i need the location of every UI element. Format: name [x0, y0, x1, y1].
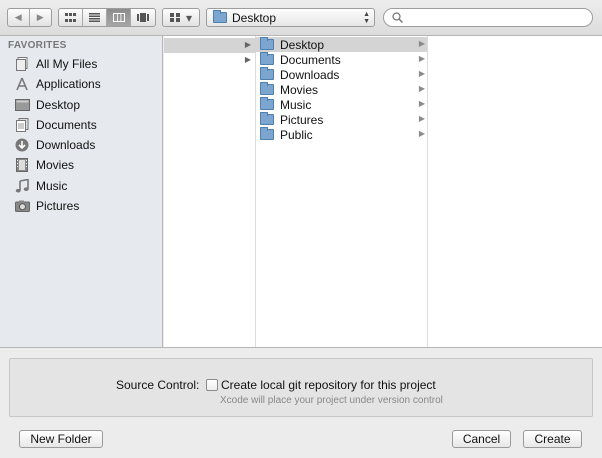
- options-panel: Source Control: Create local git reposit…: [0, 347, 602, 458]
- folder-row-movies[interactable]: Movies ▶: [256, 82, 427, 97]
- folder-name: Music: [280, 97, 312, 112]
- sidebar-item-label: Music: [36, 179, 68, 193]
- cancel-button[interactable]: Cancel: [452, 430, 511, 448]
- location-popup[interactable]: Desktop ▲ ▼: [206, 8, 375, 27]
- disclosure-arrow-icon: ▶: [418, 69, 425, 78]
- folder-name: Public: [280, 127, 313, 142]
- source-control-label: Source Control:: [116, 378, 200, 392]
- desktop-icon: [14, 97, 30, 113]
- folder-row-music[interactable]: Music ▶: [256, 97, 427, 112]
- sidebar-item-documents[interactable]: Documents: [14, 115, 159, 135]
- sidebar-item-all-my-files[interactable]: All My Files: [14, 54, 159, 74]
- sidebar: FAVORITES All My Files Applications Desk…: [0, 36, 163, 347]
- search-input[interactable]: [407, 11, 587, 24]
- folder-name: Documents: [280, 52, 341, 67]
- disclosure-triangle-icon[interactable]: ▶: [245, 40, 251, 49]
- disclosure-arrow-icon: ▶: [418, 114, 425, 123]
- create-button[interactable]: Create: [523, 430, 582, 448]
- sidebar-item-label: Movies: [36, 158, 75, 172]
- sidebar-item-desktop[interactable]: Desktop: [14, 95, 159, 115]
- folder-icon: [260, 67, 274, 80]
- music-icon: [14, 178, 30, 194]
- list-view-button[interactable]: [83, 9, 107, 26]
- folder-icon: [260, 82, 274, 95]
- list-view-icon: [89, 13, 100, 22]
- movies-icon: [14, 157, 30, 173]
- folder-row-pictures[interactable]: Pictures ▶: [256, 112, 427, 127]
- sidebar-item-music[interactable]: Music: [14, 176, 159, 196]
- disclosure-arrow-icon: ▶: [418, 99, 425, 108]
- column-view-button[interactable]: [107, 9, 131, 26]
- icon-view-icon: [65, 13, 76, 22]
- folder-icon: [260, 97, 274, 110]
- browser-column-3: [428, 36, 602, 347]
- folder-row-public[interactable]: Public ▶: [256, 127, 427, 142]
- disclosure-triangle-icon[interactable]: ▶: [245, 55, 251, 64]
- folder-name: Downloads: [280, 67, 340, 82]
- folder-icon: [260, 127, 274, 140]
- folder-icon: [260, 37, 274, 50]
- column-browser: ▶ ▶ Desktop ▶ Documents ▶ Downloads ▶ Mo…: [164, 36, 602, 347]
- sidebar-item-downloads[interactable]: Downloads: [14, 135, 159, 155]
- arrange-grid-icon: [169, 13, 180, 22]
- folder-row-downloads[interactable]: Downloads ▶: [256, 67, 427, 82]
- folder-name: Movies: [280, 82, 319, 97]
- sidebar-item-applications[interactable]: Applications: [14, 74, 159, 94]
- back-forward-control: ◀ ▶: [7, 8, 52, 27]
- source-control-box: Source Control: Create local git reposit…: [9, 358, 593, 417]
- chevron-down-icon: ▾: [185, 10, 192, 25]
- downloads-icon: [14, 137, 30, 153]
- applications-icon: [14, 76, 30, 92]
- forward-button[interactable]: ▶: [30, 9, 51, 26]
- sidebar-item-label: Applications: [36, 77, 101, 91]
- browser-column-2: Desktop ▶ Documents ▶ Downloads ▶ Movies…: [256, 36, 428, 347]
- column-view-icon: [112, 13, 125, 22]
- view-mode-control: [58, 8, 156, 27]
- sidebar-item-pictures[interactable]: Pictures: [14, 196, 159, 216]
- git-repository-checkbox-label[interactable]: Create local git repository for this pro…: [221, 378, 436, 392]
- folder-row-desktop[interactable]: Desktop ▶: [256, 37, 427, 52]
- coverflow-view-icon: [136, 13, 149, 22]
- forward-arrow-icon: ▶: [36, 12, 44, 22]
- arrange-menu-button[interactable]: ▾: [162, 8, 200, 27]
- folder-icon: [260, 112, 274, 125]
- coverflow-view-button[interactable]: [131, 9, 155, 26]
- folder-row-documents[interactable]: Documents ▶: [256, 52, 427, 67]
- sidebar-item-label: Desktop: [36, 98, 81, 112]
- source-control-hint: Xcode will place your project under vers…: [220, 395, 443, 406]
- sidebar-item-label: Downloads: [36, 138, 96, 152]
- folder-icon: [213, 10, 227, 23]
- selected-row-highlight[interactable]: [164, 38, 256, 53]
- folder-name: Pictures: [280, 112, 324, 127]
- disclosure-arrow-icon: ▶: [418, 129, 425, 138]
- folder-icon: [260, 52, 274, 65]
- sidebar-item-label: All My Files: [36, 57, 98, 71]
- pictures-icon: [14, 198, 30, 214]
- location-label: Desktop: [232, 10, 277, 25]
- popup-updown-icon: ▲ ▼: [363, 11, 370, 25]
- disclosure-arrow-icon: ▶: [418, 54, 425, 63]
- git-repository-checkbox[interactable]: [206, 379, 218, 391]
- folder-name: Desktop: [280, 37, 325, 52]
- browser-column-1: ▶ ▶: [164, 36, 256, 347]
- back-button[interactable]: ◀: [8, 9, 30, 26]
- toolbar: ◀ ▶ ▾ Desktop ▲ ▼: [0, 0, 602, 36]
- search-icon: [392, 12, 403, 23]
- disclosure-arrow-icon: ▶: [418, 84, 425, 93]
- sidebar-item-label: Documents: [36, 118, 97, 132]
- sidebar-item-movies[interactable]: Movies: [14, 155, 159, 175]
- back-arrow-icon: ◀: [14, 12, 22, 22]
- search-field[interactable]: [383, 8, 593, 27]
- documents-icon: [14, 117, 30, 133]
- new-folder-button[interactable]: New Folder: [19, 430, 103, 448]
- all-my-files-icon: [14, 56, 30, 72]
- icon-view-button[interactable]: [59, 9, 83, 26]
- sidebar-item-label: Pictures: [36, 199, 80, 213]
- disclosure-arrow-icon: ▶: [418, 39, 425, 48]
- favorites-header: FAVORITES: [8, 40, 67, 51]
